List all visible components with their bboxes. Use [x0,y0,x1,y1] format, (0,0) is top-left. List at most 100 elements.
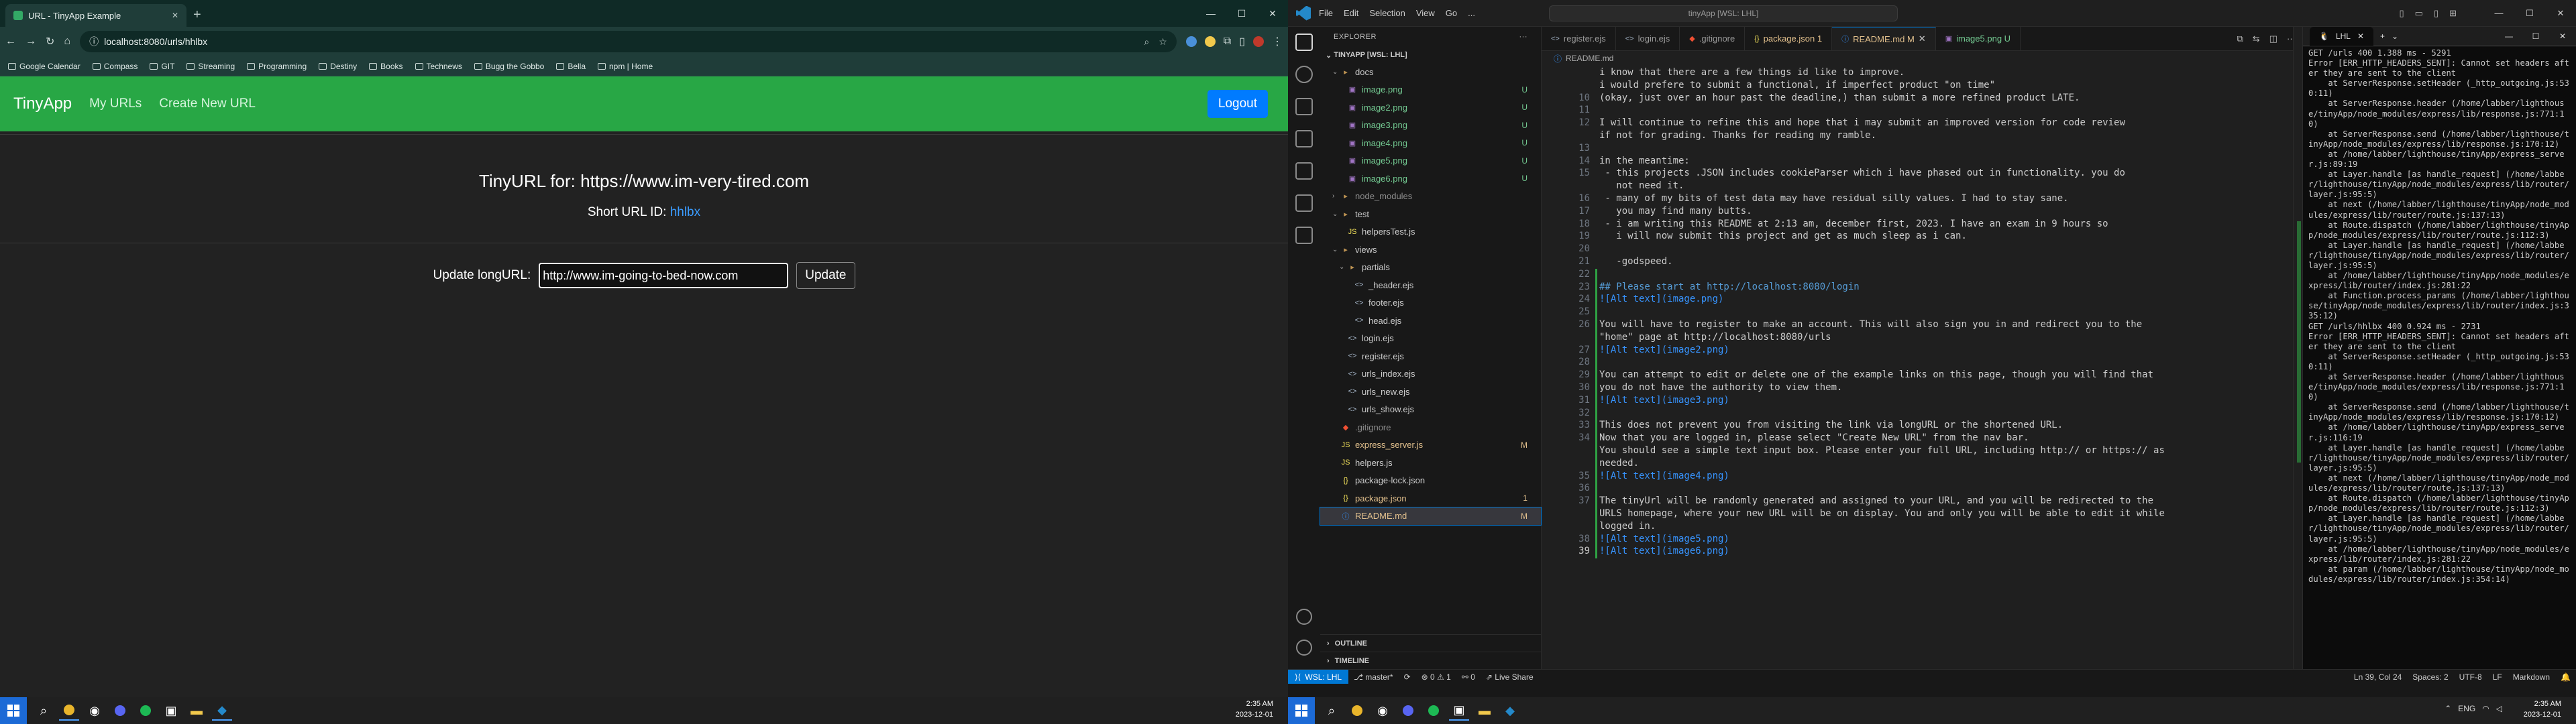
code-line[interactable]: in the meantime: [1599,156,1690,166]
minimize-icon[interactable]: — [1195,8,1226,19]
branch-status[interactable]: ⎇ master* [1348,672,1399,682]
code-line[interactable]: Now that you are logged in, please selec… [1599,432,2029,443]
code-line[interactable]: ![Alt text](image5.png) [1599,534,1729,544]
tree-item[interactable]: <> footer.ejs [1320,294,1541,312]
encoding[interactable]: UTF-8 [2454,672,2487,682]
ports-status[interactable]: ⚯ 0 [1456,672,1481,682]
code-line[interactable]: i will now submit this project and get a… [1599,231,1967,241]
terminal-taskbar-icon[interactable]: ▣ [1449,701,1469,721]
terminal-taskbar-icon[interactable]: ▣ [161,701,181,721]
search-icon[interactable]: ⌕ [1322,701,1342,721]
explorer-icon[interactable] [1295,34,1313,51]
tree-item[interactable]: {} package-lock.json [1320,472,1541,490]
run-debug-icon[interactable] [1295,130,1313,147]
end-of-line[interactable]: LF [2487,672,2508,682]
toggle-secondary-icon[interactable]: ▯ [2434,8,2438,19]
code-line[interactable]: This does not prevent you from visiting … [1599,420,2063,430]
discord-icon[interactable] [110,701,130,721]
address-bar[interactable]: ⓘ localhost:8080/urls/hhlbx ⌕ ☆ [80,31,1177,52]
scrollbar[interactable] [2293,27,2302,669]
clock[interactable]: 2:35 AM 2023-12-01 [2524,699,2561,720]
toggle-sidebar-icon[interactable]: ▯ [2399,8,2404,19]
brand-link[interactable]: TinyApp [13,95,72,113]
home-icon[interactable]: ⌂ [64,36,70,48]
clock[interactable]: 2:35 AM 2023-12-01 [1236,699,1273,720]
logout-button[interactable]: Logout [1207,90,1268,118]
extension-icon[interactable] [1204,36,1216,47]
menu-item[interactable]: File [1319,8,1333,18]
terminal-output[interactable]: GET /urls 400 1.388 ms - 5291 Error [ERR… [2303,47,2576,669]
manage-gear-icon[interactable] [1296,640,1312,656]
tree-item[interactable]: {} package.json 1 [1320,489,1541,507]
menu-item[interactable]: ... [1468,8,1475,18]
tree-item[interactable]: ◆ .gitignore [1320,418,1541,436]
minimize-icon[interactable]: — [2496,32,2522,41]
remote-indicator[interactable]: ⟩⟨ WSL: LHL [1288,669,1349,684]
update-button[interactable]: Update [796,262,855,289]
code-line[interactable]: ![Alt text](image.png) [1599,294,1723,304]
code-line[interactable]: - i am writing this README at 2:13 am, d… [1599,219,2108,229]
code-line[interactable]: ![Alt text](image3.png) [1599,395,1729,406]
bookmark-item[interactable]: GIT [150,62,174,71]
editor-tab[interactable]: ▣ image5.png U [1936,27,2021,50]
tab-close-icon[interactable]: ✕ [2357,32,2364,41]
extensions-icon[interactable] [1295,162,1313,180]
start-button[interactable] [0,697,27,724]
timeline-section[interactable]: › TIMELINE [1320,652,1541,669]
vscode-taskbar-icon[interactable]: ◆ [1500,701,1520,721]
code-line[interactable]: needed. [1599,458,1639,469]
customize-layout-icon[interactable]: ⊞ [2449,8,2457,19]
bookmark-item[interactable]: Bugg the Gobbo [474,62,544,71]
tree-item[interactable]: ▣ image.png U [1320,81,1541,99]
bookmark-item[interactable]: Programming [247,62,307,71]
profile-avatar[interactable] [1253,36,1264,47]
language-indicator[interactable]: ENG [2458,704,2475,713]
bookmark-item[interactable]: Compass [92,62,138,71]
spotify-icon[interactable] [136,701,156,721]
reload-icon[interactable]: ↻ [46,35,54,48]
open-preview-icon[interactable]: ⧉ [2237,34,2243,44]
tree-item[interactable]: <> login.ejs [1320,330,1541,348]
cursor-position[interactable]: Ln 39, Col 24 [2349,672,2407,682]
menu-item[interactable]: Go [1446,8,1457,18]
bookmark-item[interactable]: Technews [415,62,462,71]
editor-tab[interactable]: <> login.ejs [1616,27,1680,50]
more-actions-icon[interactable]: ··· [1519,33,1528,41]
tree-item[interactable]: JS helpers.js [1320,454,1541,472]
minimize-icon[interactable]: — [2483,8,2514,19]
notifications-icon[interactable]: 🔔 [2555,672,2576,682]
new-tab-icon[interactable]: + [2380,32,2385,41]
menu-item[interactable]: View [1416,8,1435,18]
start-button[interactable] [1288,697,1315,724]
new-tab-icon[interactable]: + [193,7,201,23]
code-line[interactable]: URLS homepage, where your new URL will b… [1599,508,2165,519]
tab-close-icon[interactable]: ✕ [1919,34,1926,44]
code-line[interactable]: ![Alt text](image6.png) [1599,546,1729,556]
spotify-icon[interactable] [1424,701,1444,721]
breadcrumb-file[interactable]: README.md [1566,54,1613,63]
editor-tab[interactable]: {} package.json 1 [1745,27,1833,50]
chevron-down-icon[interactable]: ⌄ [2392,32,2398,41]
outline-section[interactable]: › OUTLINE [1320,634,1541,652]
create-new-url-link[interactable]: Create New URL [159,97,256,111]
code-line[interactable]: if not for grading. Thanks for reading m… [1599,130,1876,141]
back-icon[interactable]: ← [5,36,16,48]
tree-item[interactable]: JS express_server.js M [1320,436,1541,455]
accounts-icon[interactable] [1296,609,1312,625]
source-control-icon[interactable] [1295,98,1313,115]
code-line[interactable]: - many of my bits of test data may have … [1599,193,2068,204]
command-center[interactable]: tinyApp [WSL: LHL] [1548,5,1898,21]
steam-icon[interactable]: ◉ [1373,701,1393,721]
chrome-tab-active[interactable]: URL - TinyApp Example ✕ [5,4,186,27]
tree-item[interactable]: ▣ image2.png U [1320,99,1541,117]
file-explorer-icon[interactable]: ▬ [1474,701,1495,721]
editor-tab[interactable]: ◆ .gitignore [1680,27,1746,50]
editor-tab[interactable]: <> register.ejs [1542,27,1616,50]
chrome-menu-icon[interactable]: ⋮ [1272,35,1283,48]
menu-item[interactable]: Edit [1344,8,1358,18]
tree-item[interactable]: ⌄ ▸ views [1320,241,1541,259]
split-editor-icon[interactable]: ◫ [2269,34,2277,44]
chrome-taskbar-icon[interactable] [1347,701,1367,721]
my-urls-link[interactable]: My URLs [89,97,142,111]
bookmark-item[interactable]: Destiny [319,62,357,71]
